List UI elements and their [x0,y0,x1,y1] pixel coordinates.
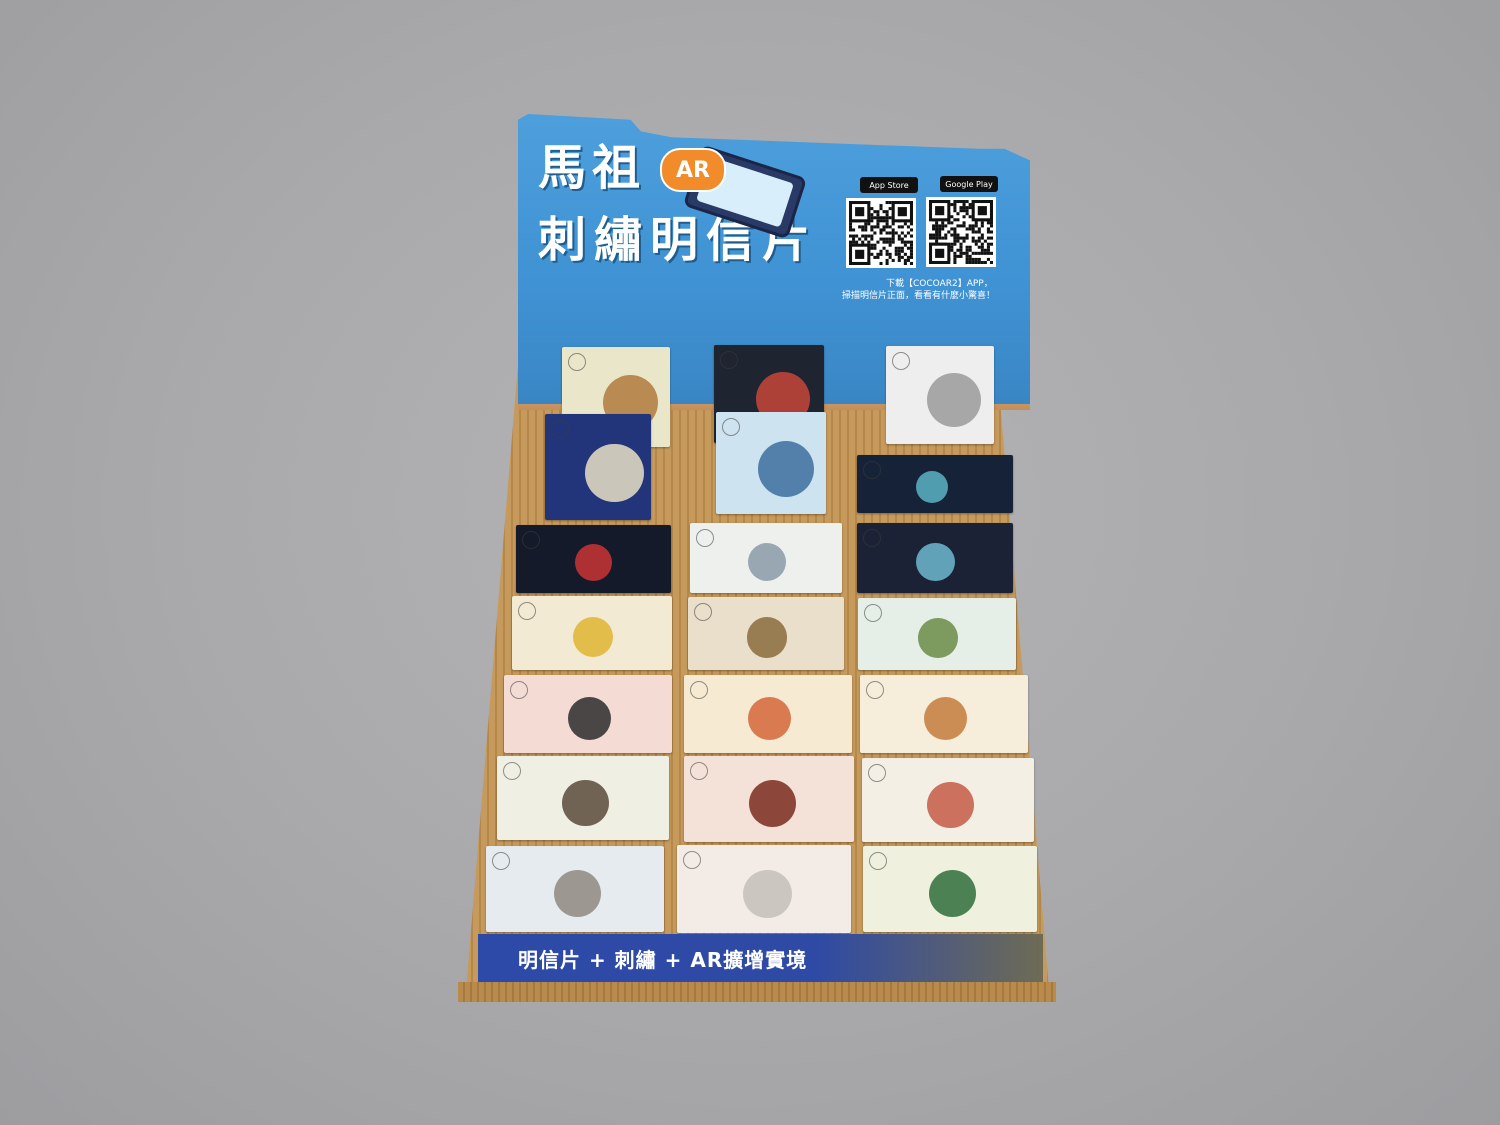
postmark-stamp [863,461,881,479]
embroidery-motif [567,696,611,740]
embroidery-motif [743,869,792,919]
postcard [512,596,672,670]
postcard [857,455,1013,513]
embroidery-motif [553,870,601,918]
postcard [684,756,854,842]
qr-code-app-store [846,198,916,268]
postmark-stamp [863,529,881,547]
embroidery-motif [927,373,981,428]
postcard [862,758,1034,842]
postmark-stamp [892,352,910,370]
postcard [504,675,672,753]
postmark-stamp [690,681,708,699]
postcard [716,412,826,514]
embroidery-motif [747,542,787,582]
embroidery-motif [748,780,796,828]
postcard [690,523,842,593]
embroidery-motif [747,617,788,658]
postmark-stamp [720,351,738,369]
postmark-stamp [518,602,536,620]
postcard [863,846,1037,932]
instruction-line-2: 掃描明信片正面，看看有什麼小驚喜！ [842,291,996,301]
embroidery-motif [923,696,967,740]
postmark-stamp [722,418,740,436]
embroidery-motif [927,781,974,828]
postcard [486,846,664,932]
stand-base [458,982,1056,1002]
postcard [516,525,671,593]
postcard [860,675,1028,753]
postmark-stamp [868,764,886,782]
embroidery-motif [585,443,644,502]
postmark-stamp [510,681,528,699]
postmark-stamp [866,681,884,699]
postmark-stamp [522,531,540,549]
postmark-stamp [869,852,887,870]
embroidery-motif [918,618,958,658]
postcard [677,845,851,933]
banner-text: 明信片 + 刺繡 + AR擴增實境 [518,948,808,972]
postmark-stamp [503,762,521,780]
postcard [688,597,844,670]
embroidery-motif [562,779,609,826]
postcard [684,675,852,753]
postmark-stamp [696,529,714,547]
postcard [545,414,651,520]
postcard [858,598,1016,670]
embroidery-motif [929,870,977,918]
embroidery-motif [757,440,814,497]
google-play-badge: Google Play [940,176,998,192]
embroidery-motif [574,544,613,582]
postcard [497,756,669,840]
postmark-stamp [568,353,586,371]
postmark-stamp [694,603,712,621]
embroidery-motif [916,471,949,504]
postmark-stamp [492,852,510,870]
embroidery-motif [747,696,791,740]
embroidery-motif [572,616,614,658]
postmark-stamp [690,762,708,780]
postmark-stamp [864,604,882,622]
postmark-stamp [551,420,569,438]
postcard [857,523,1013,593]
postcard [886,346,994,444]
embroidery-motif [916,542,955,582]
title-line-1: 馬祖 [538,140,647,196]
app-store-badge: App Store [860,177,918,193]
ar-bubble: AR [660,148,726,192]
postmark-stamp [683,851,701,869]
qr-code-google-play [926,197,996,267]
